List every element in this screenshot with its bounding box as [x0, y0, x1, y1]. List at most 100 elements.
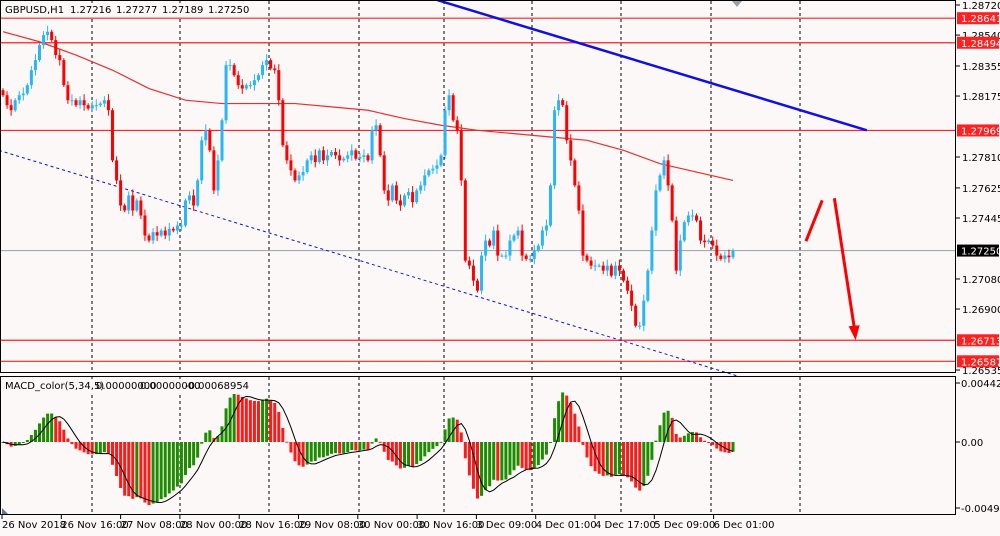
candle-body — [642, 300, 646, 326]
macd-bar — [666, 410, 670, 442]
time-tick-label: 4 Dec 01:00 — [536, 520, 597, 531]
candle-body — [488, 240, 492, 246]
candle-body — [731, 250, 735, 258]
macd-bar — [549, 442, 552, 443]
macd-tick-label: 0.0044278 — [961, 379, 1000, 390]
candle-body — [175, 225, 179, 231]
macd-bar — [269, 400, 273, 442]
candle-body — [309, 155, 313, 161]
candle-body — [228, 65, 232, 67]
candle-body — [512, 235, 516, 241]
macd-bar — [431, 442, 435, 449]
ohlc-close: 1.27250 — [208, 5, 249, 16]
macd-bar — [626, 442, 630, 478]
candle-body — [208, 130, 212, 151]
macd-bar — [553, 418, 557, 442]
macd-bar — [204, 432, 208, 442]
macd-bar — [232, 393, 236, 442]
candle-body — [670, 185, 674, 221]
candle-body — [265, 60, 269, 66]
candle-body — [212, 150, 216, 191]
macd-bar — [346, 442, 350, 453]
macd-bar — [370, 442, 374, 444]
candle-body — [382, 155, 386, 191]
macd-bar — [192, 442, 196, 466]
macd-bar — [423, 442, 427, 457]
candle-body — [386, 190, 390, 201]
candle-body — [435, 165, 439, 169]
macd-bar — [613, 442, 617, 475]
macd-bar — [516, 442, 520, 466]
candle-body — [476, 280, 479, 291]
macd-bar — [127, 442, 131, 497]
macd-bar — [605, 442, 609, 476]
candle-body — [634, 305, 638, 326]
macd-bar — [374, 438, 378, 442]
candle-body — [695, 215, 698, 221]
candle-body — [257, 75, 260, 81]
macd-bar — [151, 442, 155, 504]
macd-bar — [244, 398, 248, 442]
candle-body — [609, 265, 613, 276]
candle-body — [415, 190, 419, 203]
macd-bar — [321, 442, 325, 458]
macd-bar — [484, 442, 488, 490]
level-price-label: 1.27969 — [961, 126, 1000, 137]
candle-body — [1, 90, 5, 96]
macd-bar — [309, 442, 313, 462]
candle-body — [248, 85, 252, 87]
macd-bar — [252, 400, 256, 442]
macd-bar — [188, 442, 192, 468]
macd-bar — [492, 442, 496, 480]
candle-body — [232, 65, 236, 76]
macd-bar — [265, 398, 269, 442]
candle-body — [439, 155, 443, 166]
price-tick-label: 1.28175 — [962, 92, 1000, 103]
level-price-label: 1.26713 — [961, 336, 1000, 347]
macd-bar — [171, 442, 175, 491]
macd-bar — [630, 442, 634, 482]
macd-bar — [106, 442, 110, 454]
candle-body — [390, 185, 394, 201]
macd-bar — [301, 442, 305, 467]
candle-body — [492, 230, 496, 246]
candle-body — [86, 105, 90, 109]
candle-body — [289, 160, 293, 171]
price-chart[interactable]: 1.287201.285401.283551.281751.278101.276… — [0, 0, 1000, 536]
time-tick-label: 28 Nov 16:00 — [239, 520, 306, 531]
candle-body — [33, 60, 37, 71]
macd-bar — [46, 413, 50, 442]
candle-body — [500, 255, 504, 257]
candle-body — [285, 145, 289, 161]
candle-body — [90, 105, 94, 109]
candle-body — [686, 215, 690, 223]
candle-body — [147, 235, 151, 241]
macd-bar — [135, 442, 139, 498]
candle-body — [613, 265, 617, 276]
macd-bar — [585, 442, 589, 458]
price-tick-label: 1.27625 — [962, 184, 1000, 195]
macd-bar — [358, 442, 362, 451]
price-tick-label: 1.27080 — [962, 275, 1000, 286]
candle-body — [407, 192, 411, 196]
candle-body — [350, 150, 354, 156]
candle-body — [573, 160, 577, 186]
macd-value-3: -0.00068954 — [185, 381, 249, 392]
macd-tick-label: 0.00 — [961, 438, 983, 449]
candle-body — [155, 232, 159, 236]
candle-body — [394, 185, 398, 201]
candle-body — [682, 222, 686, 241]
macd-bar — [98, 442, 102, 454]
macd-bar — [508, 442, 512, 475]
candle-body — [252, 80, 256, 86]
macd-bar — [382, 442, 386, 452]
price-tick-label: 1.28720 — [962, 1, 1000, 12]
macd-bar — [386, 442, 390, 460]
macd-bar — [184, 442, 187, 475]
candle-body — [650, 230, 654, 271]
macd-bar — [398, 442, 402, 469]
candle-body — [459, 130, 463, 181]
macd-bar — [196, 442, 200, 458]
macd-bar — [646, 442, 650, 476]
macd-bar — [325, 442, 329, 456]
